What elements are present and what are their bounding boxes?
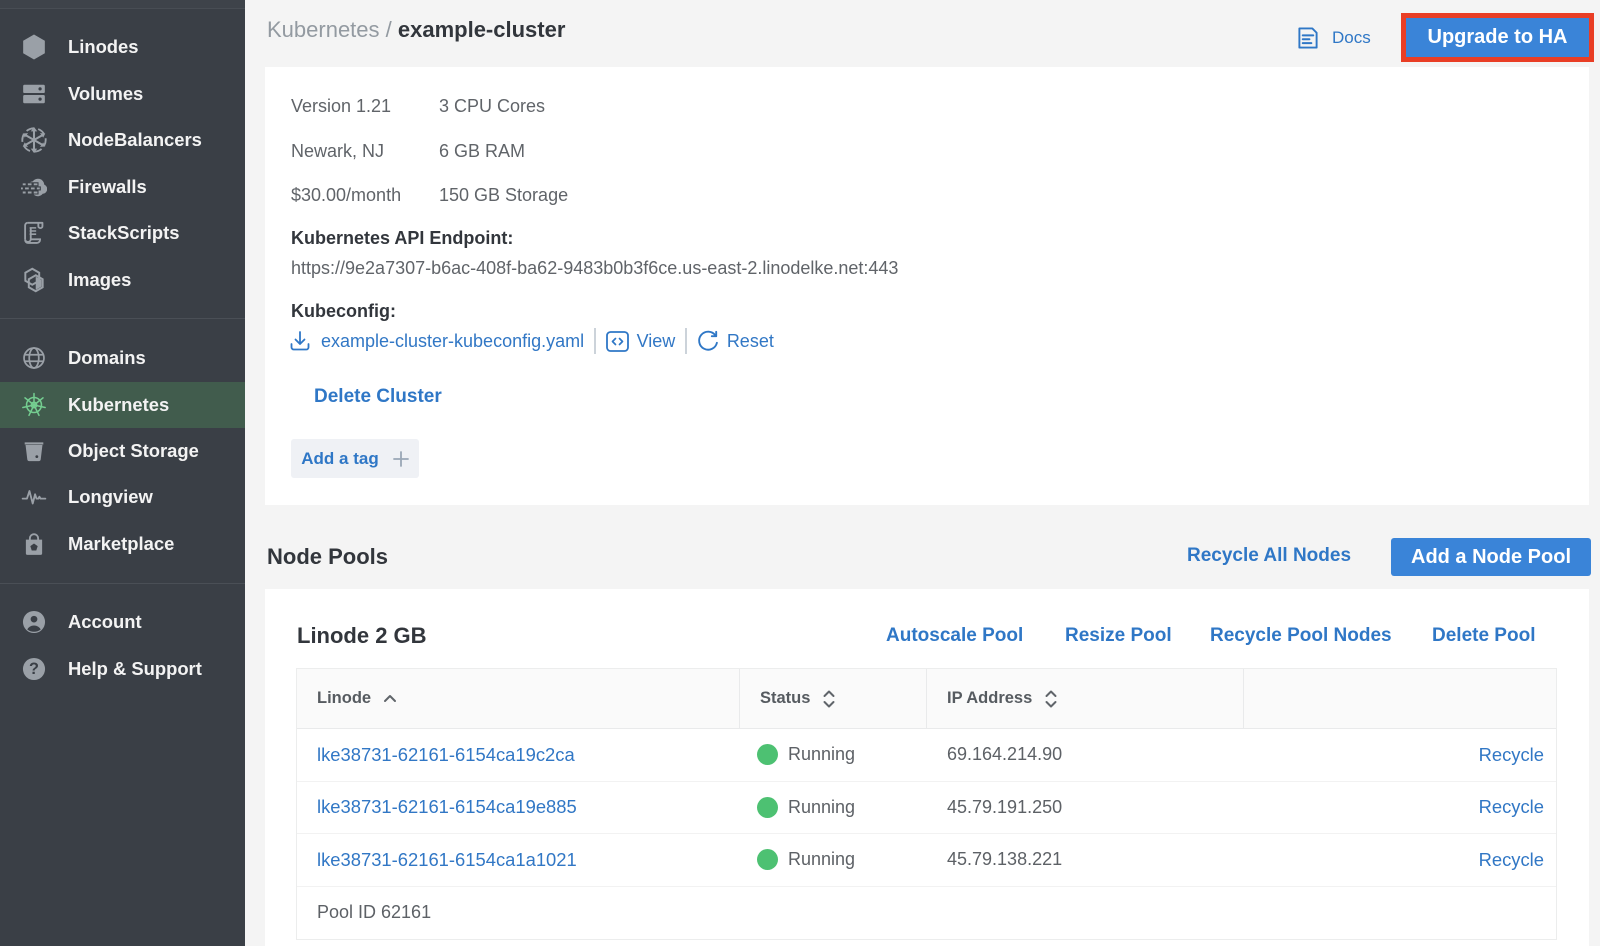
svg-text:?: ?	[29, 660, 39, 678]
